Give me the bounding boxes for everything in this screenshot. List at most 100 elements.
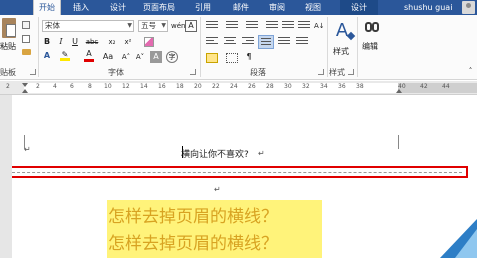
tab-design[interactable]: 设计 bbox=[104, 0, 132, 15]
ruler-number: 44 bbox=[442, 83, 450, 90]
char-shading-button[interactable]: A bbox=[150, 51, 162, 63]
bullets-icon[interactable] bbox=[206, 21, 218, 31]
styles-icon[interactable]: A bbox=[334, 19, 356, 43]
numbering-icon[interactable] bbox=[226, 21, 238, 31]
header-text[interactable]: 横向让你不喜欢? bbox=[181, 147, 249, 160]
styles-launcher[interactable] bbox=[348, 69, 354, 75]
font-size-select[interactable]: 五号 ▼ bbox=[138, 20, 168, 32]
hanging-indent-marker[interactable] bbox=[22, 89, 28, 93]
paragraph-mark: ↵ bbox=[24, 145, 31, 154]
user-name[interactable]: shushu guai bbox=[404, 0, 452, 15]
ruler-number: 36 bbox=[338, 83, 346, 90]
ruler-number: 24 bbox=[230, 83, 238, 90]
font-color-icon[interactable]: A bbox=[84, 49, 94, 62]
group-separator bbox=[38, 17, 39, 77]
ruler-number: 32 bbox=[302, 83, 310, 90]
ruler-number: 10 bbox=[104, 83, 112, 90]
phonetic-guide-button[interactable]: wén bbox=[171, 20, 185, 32]
char-border-button[interactable]: A bbox=[185, 20, 197, 32]
document-canvas[interactable]: ↵ 横向让你不喜欢? ↵ ↵ 怎样去掉页眉的横线？ 怎样去掉页眉的横线？ bbox=[0, 95, 477, 258]
subscript-button[interactable]: x₂ bbox=[106, 36, 118, 48]
ruler-number: 42 bbox=[420, 83, 428, 90]
copy-icon[interactable] bbox=[22, 35, 30, 43]
borders-icon[interactable] bbox=[226, 53, 238, 63]
superscript-button[interactable]: x² bbox=[122, 36, 134, 48]
tab-home[interactable]: 开始 bbox=[33, 0, 61, 15]
first-line-indent-marker[interactable] bbox=[22, 83, 28, 87]
header-line-highlight-box bbox=[8, 166, 468, 178]
tab-view[interactable]: 视图 bbox=[298, 0, 328, 15]
tab-header-footer-design[interactable]: 设计 bbox=[340, 0, 378, 15]
margin-guide bbox=[398, 135, 399, 149]
tab-page-layout[interactable]: 页面布局 bbox=[138, 0, 180, 15]
collapse-ribbon-icon[interactable]: ˄ bbox=[466, 65, 475, 77]
ruler-number: 30 bbox=[284, 83, 292, 90]
corner-decoration bbox=[455, 229, 477, 258]
avatar[interactable] bbox=[462, 1, 475, 14]
shading-icon[interactable] bbox=[206, 53, 218, 63]
ruler-number: 28 bbox=[266, 83, 274, 90]
styles-group-label: 样式 bbox=[329, 68, 345, 77]
right-indent-marker[interactable] bbox=[396, 89, 402, 93]
tab-mailings[interactable]: 邮件 bbox=[226, 0, 256, 15]
find-icon[interactable] bbox=[364, 21, 380, 37]
font-color-glyph: A bbox=[86, 49, 92, 58]
chevron-down-icon: ▼ bbox=[161, 22, 166, 29]
ribbon: 粘贴 贴板 宋体 ▼ 五号 ▼ wén A B I U abc x₂ x² A … bbox=[0, 15, 477, 80]
italic-button[interactable]: I bbox=[56, 36, 66, 48]
ribbon-tab-bar: 开始 插入 设计 页面布局 引用 邮件 审阅 视图 设计 shushu guai bbox=[0, 0, 477, 15]
show-marks-icon[interactable]: ¶ bbox=[244, 51, 254, 63]
tab-insert[interactable]: 插入 bbox=[67, 0, 95, 15]
tab-review[interactable]: 审阅 bbox=[262, 0, 292, 15]
ruler-number: 6 bbox=[70, 83, 74, 90]
format-painter-icon[interactable] bbox=[22, 49, 31, 55]
font-launcher[interactable] bbox=[190, 69, 196, 75]
paragraph-launcher[interactable] bbox=[318, 69, 324, 75]
font-size-value: 五号 bbox=[141, 21, 156, 30]
chevron-down-icon: ▼ bbox=[127, 22, 132, 29]
font-name-value: 宋体 bbox=[45, 21, 60, 30]
tab-references[interactable]: 引用 bbox=[188, 0, 218, 15]
horizontal-ruler[interactable]: 2 2 4 6 8 10 12 14 16 18 20 22 24 26 28 … bbox=[0, 81, 477, 95]
decrease-indent-icon[interactable] bbox=[266, 21, 278, 31]
justify-icon[interactable] bbox=[258, 35, 274, 49]
grow-font-button[interactable]: A˄ bbox=[120, 51, 132, 63]
clipboard-launcher[interactable] bbox=[30, 69, 36, 75]
paste-sheet-icon bbox=[6, 24, 16, 37]
align-right-icon[interactable] bbox=[242, 37, 254, 47]
line-spacing-icon[interactable] bbox=[296, 37, 308, 47]
cut-icon[interactable] bbox=[22, 21, 30, 29]
ruler-number: 14 bbox=[140, 83, 148, 90]
chinese-layout-icon[interactable] bbox=[298, 21, 310, 31]
multilevel-list-icon[interactable] bbox=[246, 21, 258, 31]
bold-button[interactable]: B bbox=[42, 36, 52, 48]
tab-file-partial[interactable] bbox=[0, 0, 30, 15]
paragraph-mark: ↵ bbox=[258, 149, 265, 158]
ruler-number: 20 bbox=[194, 83, 202, 90]
paste-button[interactable]: 粘贴 bbox=[0, 41, 16, 52]
enclosed-char-button[interactable]: 字 bbox=[166, 51, 178, 63]
distributed-icon[interactable] bbox=[278, 37, 290, 47]
ruler-number: 22 bbox=[212, 83, 220, 90]
shrink-font-button[interactable]: A˅ bbox=[134, 51, 146, 63]
group-separator bbox=[200, 17, 201, 77]
ruler-number: 26 bbox=[248, 83, 256, 90]
group-separator bbox=[357, 17, 358, 77]
underline-button[interactable]: U bbox=[70, 36, 80, 48]
text-effects-icon[interactable]: A bbox=[42, 51, 52, 62]
clear-format-icon[interactable] bbox=[144, 37, 154, 47]
strikethrough-button[interactable]: abc bbox=[84, 36, 100, 48]
align-left-icon[interactable] bbox=[206, 37, 218, 47]
styles-button[interactable]: 样式 bbox=[333, 46, 349, 57]
text-highlight-icon[interactable]: ✎ bbox=[60, 50, 70, 61]
change-case-button[interactable]: Aa bbox=[102, 51, 114, 63]
paragraph-group-label: 段落 bbox=[250, 68, 266, 77]
align-center-icon[interactable] bbox=[224, 37, 236, 47]
font-name-select[interactable]: 宋体 ▼ bbox=[42, 20, 134, 32]
sort-icon[interactable]: A↓ bbox=[314, 20, 325, 32]
caption-line-2: 怎样去掉页眉的横线？ bbox=[108, 234, 278, 254]
font-group-label: 字体 bbox=[108, 68, 124, 77]
editing-button[interactable]: 编辑 bbox=[362, 41, 378, 52]
left-margin-strip bbox=[0, 95, 12, 258]
increase-indent-icon[interactable] bbox=[282, 21, 294, 31]
